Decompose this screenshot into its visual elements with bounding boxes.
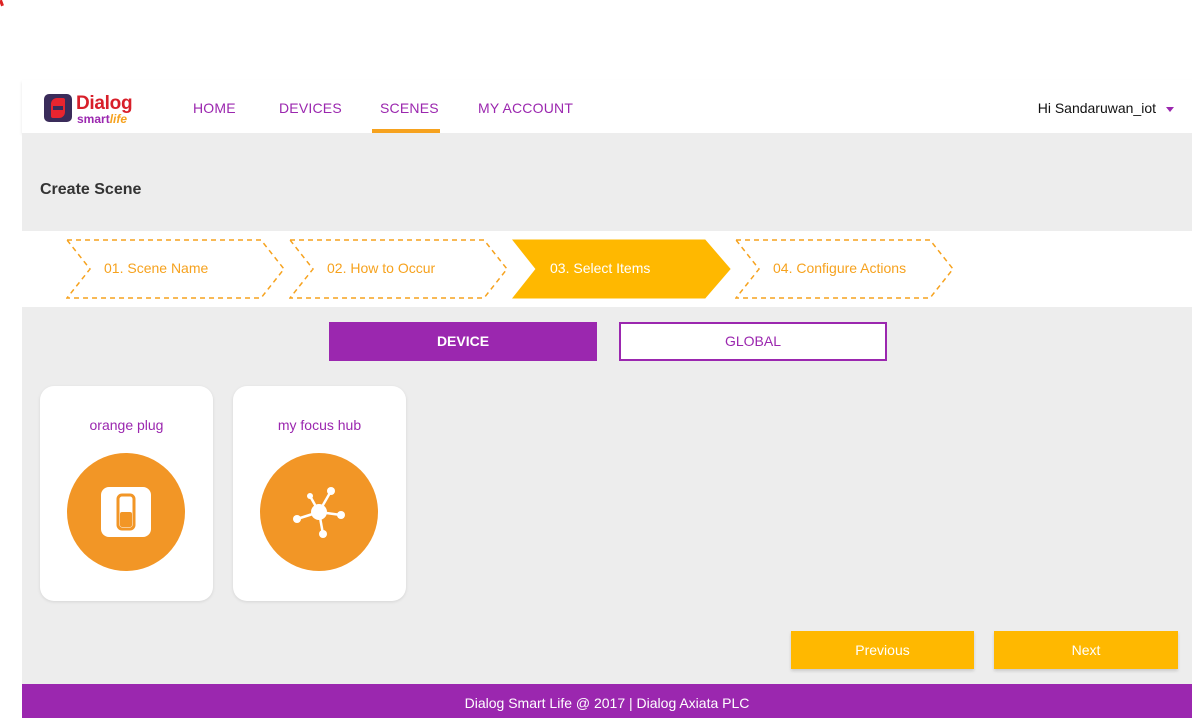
tab-device[interactable]: DEVICE xyxy=(329,322,597,361)
footer-text: Dialog Smart Life @ 2017 | Dialog Axiata… xyxy=(464,695,750,711)
device-card-orange-plug[interactable]: orange plug xyxy=(40,386,213,601)
step-label: 04. Configure Actions xyxy=(773,260,907,276)
device-icon-circle xyxy=(67,453,185,571)
dialog-smartlife-logo[interactable]: Dialog smartlife xyxy=(44,93,136,126)
logo-subline-smart: smart xyxy=(77,112,110,126)
step-scene-name[interactable]: 01. Scene Name xyxy=(66,239,286,299)
user-menu[interactable]: Hi Sandaruwan_iot xyxy=(1038,100,1174,116)
step-configure-actions[interactable]: 04. Configure Actions xyxy=(735,239,955,299)
step-label: 01. Scene Name xyxy=(104,260,209,276)
hub-network-icon xyxy=(293,487,345,538)
step-label: 02. How to Occur xyxy=(327,260,436,276)
smart-plug-icon xyxy=(101,487,151,537)
previous-button[interactable]: Previous xyxy=(791,631,974,669)
step-how-to-occur[interactable]: 02. How to Occur xyxy=(289,239,509,299)
tab-global[interactable]: GLOBAL xyxy=(619,322,887,361)
next-button[interactable]: Next xyxy=(994,631,1178,669)
logo-subline: smartlife xyxy=(77,112,127,126)
device-icon-circle xyxy=(260,453,378,571)
nav-my-account[interactable]: MY ACCOUNT xyxy=(478,100,573,116)
top-navigation-bar: Dialog smartlife HOME DEVICES SCENES MY … xyxy=(22,80,1192,133)
logo-mark-icon xyxy=(44,94,72,122)
step-label: 03. Select Items xyxy=(550,260,651,276)
device-card-my-focus-hub[interactable]: my focus hub xyxy=(233,386,406,601)
device-name: orange plug xyxy=(89,417,164,433)
logo-subline-life: life xyxy=(109,112,128,126)
nav-scenes[interactable]: SCENES xyxy=(380,100,439,116)
corner-mark xyxy=(0,0,4,7)
footer: Dialog Smart Life @ 2017 | Dialog Axiata… xyxy=(22,684,1192,718)
user-greeting: Hi Sandaruwan_iot xyxy=(1037,100,1156,116)
wizard-steps: 01. Scene Name 02. How to Occur 03. Sele… xyxy=(22,231,1192,307)
step-select-items[interactable]: 03. Select Items xyxy=(512,239,732,299)
device-name: my focus hub xyxy=(277,417,362,433)
page-title: Create Scene xyxy=(40,181,142,198)
page-header: Create Scene xyxy=(22,133,1192,231)
nav-home[interactable]: HOME xyxy=(193,100,236,116)
chevron-down-icon xyxy=(1166,106,1174,112)
nav-devices[interactable]: DEVICES xyxy=(279,100,342,116)
